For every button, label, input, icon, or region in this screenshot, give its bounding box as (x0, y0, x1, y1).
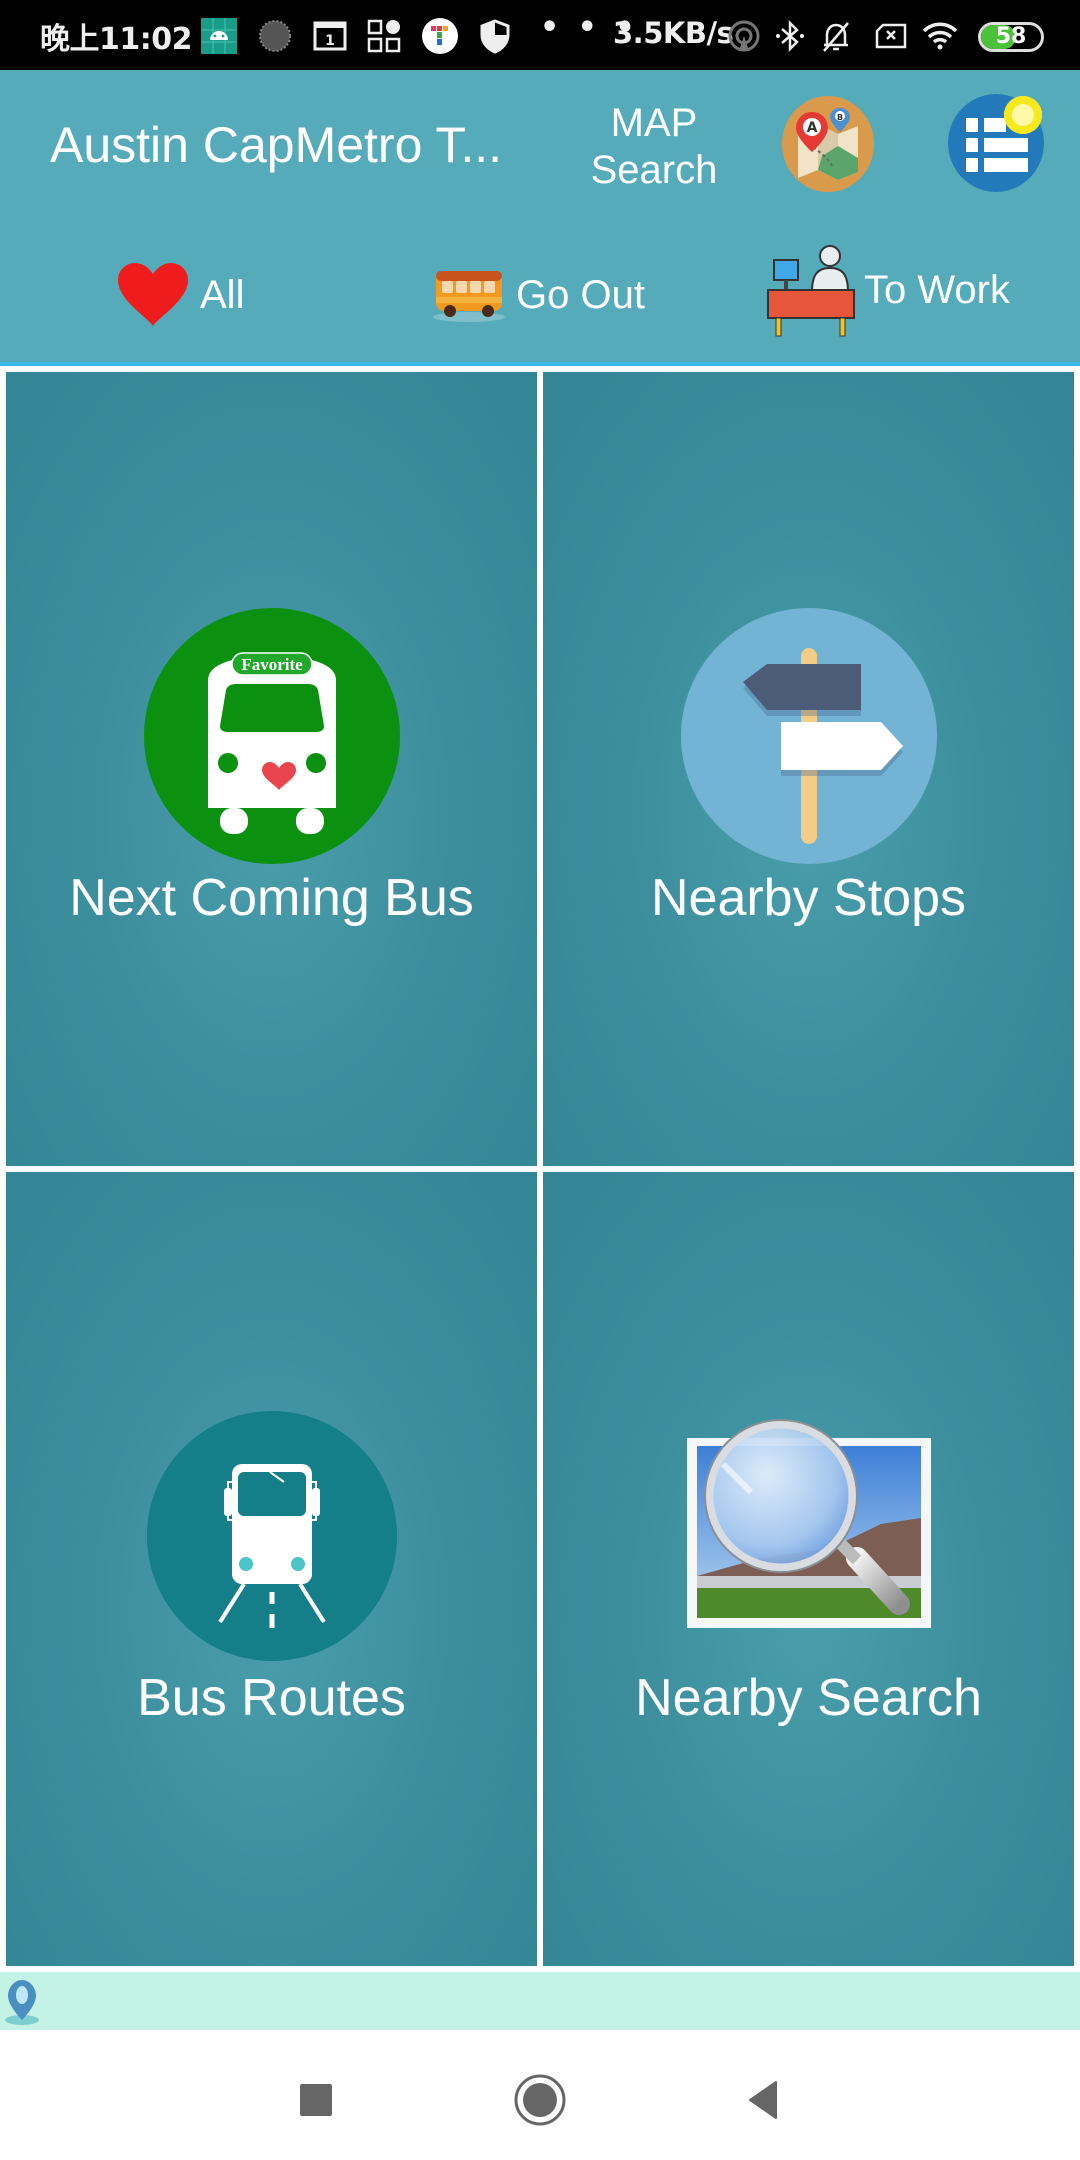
home-icon[interactable] (510, 2070, 570, 2130)
status-time: 晚上11:02 (40, 22, 193, 57)
svg-text:Favorite: Favorite (241, 655, 303, 674)
tile-next-coming-bus[interactable]: Favorite Next Coming Bus (6, 372, 537, 1166)
signpost-icon (680, 608, 937, 864)
bluetooth-icon (776, 19, 804, 53)
app-t-icon (422, 18, 458, 54)
battery-icon: 58 (978, 22, 1044, 52)
tab-all[interactable]: All (116, 250, 244, 340)
heart-icon (118, 263, 188, 326)
notification-dot (1004, 96, 1042, 134)
tile-label: Bus Routes (137, 1669, 406, 1727)
tile-label: Next Coming Bus (69, 869, 474, 927)
tile-label: Nearby Search (635, 1669, 982, 1727)
desk-worker-icon (767, 245, 855, 337)
map-search-line2: Search (590, 148, 718, 192)
status-bar: 晚上11:02 1 • • • 3.5KB/s 58 (0, 0, 1080, 70)
magnifier-photo-icon (686, 1419, 931, 1628)
system-nav-bar (0, 2030, 1080, 2160)
ad-banner[interactable] (0, 1972, 1080, 2030)
bus-icon (433, 271, 505, 322)
tab-all-label: All (200, 272, 245, 317)
location-pin-icon (5, 1980, 39, 2025)
tab-go-out[interactable]: Go Out (432, 250, 645, 340)
bus-route-icon (146, 1411, 397, 1661)
tile-nearby-stops[interactable]: Nearby Stops (543, 372, 1074, 1166)
battery-level: 58 (995, 24, 1027, 49)
map-search-line1: MAP (610, 101, 698, 145)
svg-text:1: 1 (325, 33, 335, 49)
calendar-icon: 1 (313, 21, 347, 51)
tab-to-work-label: To Work (864, 267, 1010, 312)
apps-icon (367, 19, 401, 53)
category-tabs: All Go Out To Work (0, 230, 1080, 362)
android-debug-icon (201, 18, 237, 54)
map-search-button[interactable]: MAP Search (580, 100, 728, 194)
tab-go-out-label: Go Out (516, 272, 645, 317)
app-header: Austin CapMetro T... MAP Search A B All … (0, 70, 1080, 366)
tile-bus-routes[interactable]: Bus Routes (6, 1172, 537, 1966)
svg-text:B: B (837, 113, 843, 122)
favorite-bus-icon: Favorite (143, 608, 400, 864)
back-icon[interactable] (732, 2070, 792, 2130)
hotspot-icon (728, 20, 760, 52)
tile-nearby-search[interactable]: Nearby Search (543, 1172, 1074, 1966)
recents-icon[interactable] (286, 2070, 346, 2130)
tab-to-work[interactable]: To Work (766, 240, 1010, 340)
app-title: Austin CapMetro T... (50, 117, 503, 173)
shield-icon (480, 19, 510, 54)
mute-bell-icon (823, 22, 849, 52)
loading-icon (259, 20, 291, 52)
map-route-a-b-icon: A B (796, 108, 858, 180)
main-menu-grid: Favorite Next Coming Bus Nearby Stops Bu… (6, 372, 1074, 1966)
network-speed: 3.5KB/s (613, 16, 734, 50)
svg-text:A: A (807, 120, 818, 136)
map-route-button[interactable]: A B (782, 96, 874, 192)
menu-button[interactable] (948, 94, 1044, 192)
no-sim-icon (875, 23, 907, 49)
wifi-icon (922, 22, 958, 50)
tile-label: Nearby Stops (650, 869, 967, 927)
